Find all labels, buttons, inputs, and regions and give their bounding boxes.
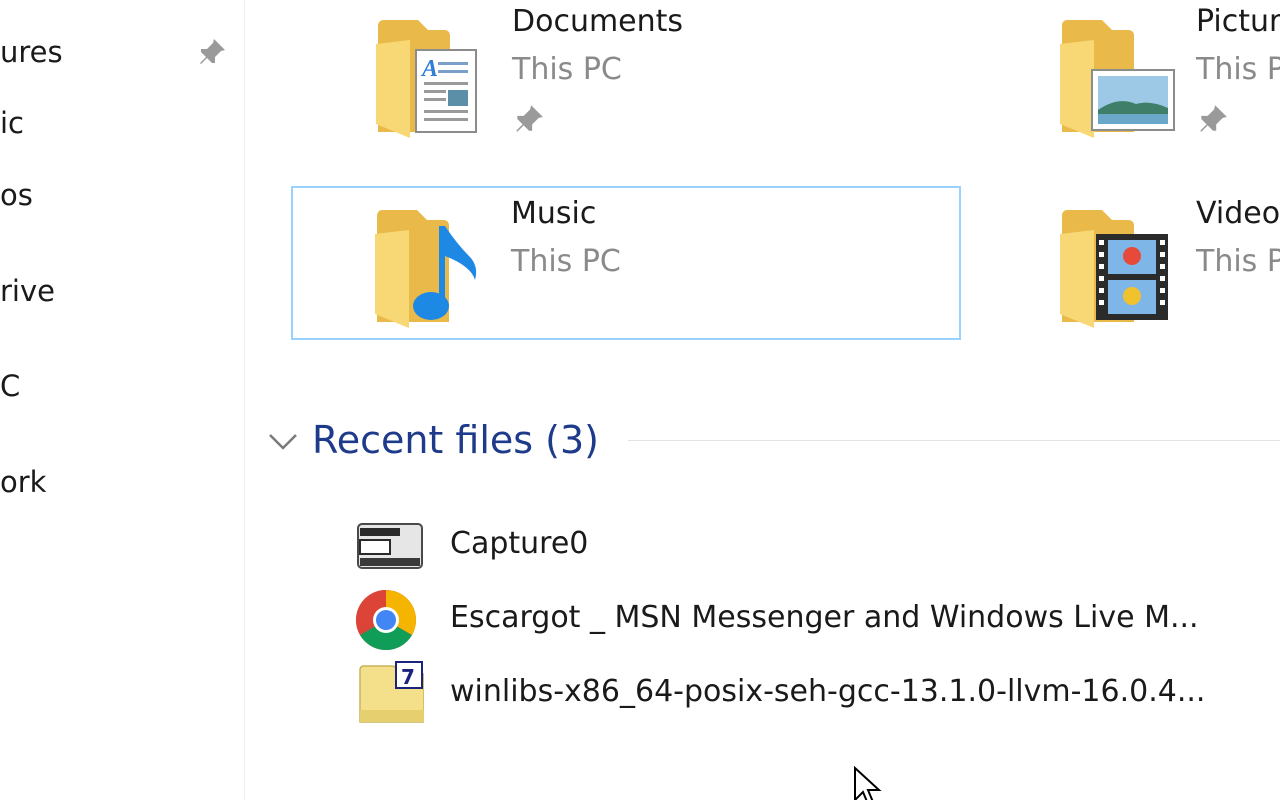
music-folder-icon xyxy=(375,210,477,328)
folder-name: Music xyxy=(511,196,597,231)
capture-file-icon xyxy=(357,523,423,569)
folder-tile-documents[interactable]: A Documents This PC xyxy=(292,0,962,148)
pin-icon xyxy=(1200,105,1227,132)
svg-text:A: A xyxy=(420,56,438,82)
nav-item-onedrive[interactable]: rive xyxy=(0,267,244,315)
folder-name: Pictur xyxy=(1196,4,1280,39)
recent-file-row[interactable]: Escargot _ MSN Messenger and Windows Liv… xyxy=(340,582,1280,654)
folder-tile-videos[interactable]: Video This P xyxy=(976,186,1280,340)
nav-item-label: ic xyxy=(0,106,25,140)
chevron-down-icon[interactable] xyxy=(266,424,300,458)
mouse-cursor-icon xyxy=(854,766,882,800)
nav-item-label: ork xyxy=(0,465,47,499)
folder-name: Video xyxy=(1196,196,1280,231)
chrome-icon xyxy=(355,590,417,650)
nav-item-label: ures xyxy=(0,35,63,69)
recent-file-row[interactable]: 7 winlibs-x86_64-posix-seh-gcc-13.1.0-ll… xyxy=(340,656,1280,728)
7zip-archive-icon: 7 xyxy=(359,661,424,723)
nav-item-network[interactable]: ork xyxy=(0,458,244,506)
folder-tile-pictures[interactable]: Pictur This P xyxy=(976,0,1280,148)
file-name: winlibs-x86_64-posix-seh-gcc-13.1.0-llvm… xyxy=(450,674,1206,709)
pin-icon[interactable] xyxy=(196,36,228,68)
recent-file-row[interactable]: Capture0 xyxy=(340,508,1280,580)
file-name: Capture0 xyxy=(450,526,589,561)
file-explorer-window: ures ic os rive C ork A Documents This P… xyxy=(0,0,1280,800)
nav-item-music[interactable]: ic xyxy=(0,99,244,147)
file-name: Escargot _ MSN Messenger and Windows Liv… xyxy=(450,600,1199,635)
folder-location: This PC xyxy=(511,244,621,279)
folder-location: This P xyxy=(1196,244,1280,279)
nav-item-this-pc[interactable]: C xyxy=(0,362,244,410)
recent-files-header[interactable]: Recent files (3) xyxy=(262,412,1280,468)
nav-item-label: C xyxy=(0,369,21,403)
videos-folder-icon xyxy=(1060,210,1168,328)
section-divider xyxy=(628,440,1280,441)
pictures-folder-icon xyxy=(1060,20,1175,138)
folder-location: This P xyxy=(1196,52,1280,87)
svg-text:7: 7 xyxy=(401,665,415,689)
folder-tile-music[interactable]: Music This PC xyxy=(291,186,961,340)
section-title: Recent files (3) xyxy=(312,418,599,462)
documents-folder-icon: A xyxy=(376,20,477,138)
nav-item-videos[interactable]: os xyxy=(0,171,244,219)
nav-item-label: os xyxy=(0,178,33,212)
pin-icon xyxy=(516,105,543,132)
navigation-pane: ures ic os rive C ork xyxy=(0,0,245,800)
folder-location: This PC xyxy=(512,52,622,87)
nav-item-label: rive xyxy=(0,274,55,308)
folder-name: Documents xyxy=(512,4,684,39)
